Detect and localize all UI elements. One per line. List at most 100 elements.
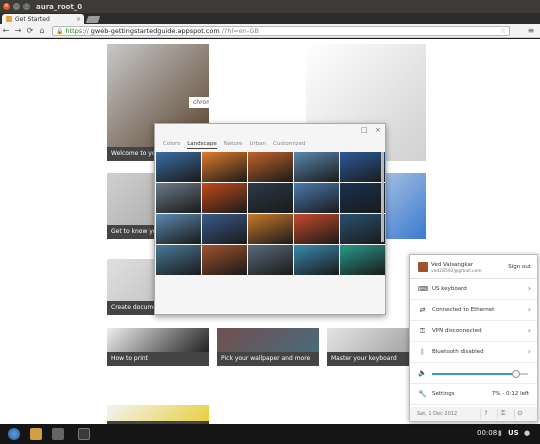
home-icon[interactable]: ⌂ — [36, 25, 48, 37]
wallpaper-thumbnail[interactable] — [156, 245, 201, 275]
wallpaper-thumbnail[interactable] — [202, 183, 247, 213]
new-tab-button[interactable] — [85, 16, 101, 23]
shelf: 00:08 ▮ US ● — [0, 424, 540, 444]
files-app-icon[interactable] — [30, 428, 42, 440]
tray-footer: Sat, 1 Dec 2012 ? ⚿ ⏻ — [410, 407, 537, 421]
reload-icon[interactable]: ⟳ — [24, 25, 36, 37]
tray-row-keyboard[interactable]: ⌨ US keyboard › — [410, 279, 537, 300]
settings-row[interactable]: 🔧 Settings 7% - 0:12 left — [410, 384, 537, 405]
volume-slider-thumb[interactable] — [512, 370, 521, 378]
url-host: gweb-gettingstartedguide.appspot.com — [90, 27, 220, 35]
wallpaper-category-tabs: Colors Landscape Nature Urban Customized — [163, 141, 305, 149]
wallpaper-thumbnail[interactable] — [294, 214, 339, 244]
chevron-right-icon: › — [527, 305, 531, 314]
url-path: /?hl=en-GB — [221, 27, 259, 35]
grid-scrollbar[interactable] — [381, 152, 384, 242]
card-image — [107, 405, 209, 421]
tray-row-ethernet[interactable]: ⇄ Connected to Ethernet › — [410, 300, 537, 321]
tray-row-vpn[interactable]: ⚿ VPN disconnected › — [410, 321, 537, 342]
volume-icon[interactable]: 🔈 — [418, 369, 427, 378]
keyboard-icon: ⌨ — [418, 285, 429, 293]
tray-row-bluetooth[interactable]: ᛒ Bluetooth disabled › — [410, 342, 537, 363]
wallpaper-thumbnail[interactable] — [202, 214, 247, 244]
user-avatar — [418, 262, 428, 272]
volume-slider[interactable] — [432, 370, 528, 378]
wallpaper-thumbnail[interactable] — [248, 152, 293, 182]
wallpaper-thumbnail[interactable] — [156, 183, 201, 213]
back-arrow-icon[interactable]: ← — [0, 25, 12, 37]
user-name: Ved Valsangkar — [431, 262, 474, 268]
window-maximize-button[interactable]: □ — [23, 3, 30, 10]
chevron-right-icon: › — [527, 326, 531, 335]
tab-colors[interactable]: Colors — [163, 141, 180, 149]
wallpaper-thumbnail[interactable] — [156, 152, 201, 182]
tab-title: Get Started — [15, 15, 50, 23]
battery-icon[interactable]: ▮ — [498, 429, 502, 437]
wallpaper-thumbnail[interactable] — [294, 152, 339, 182]
power-icon[interactable]: ⏻ — [514, 409, 525, 419]
vpn-icon: ⚿ — [419, 327, 426, 335]
help-icon[interactable]: ? — [480, 409, 491, 419]
card-screen-label: chrome — [189, 97, 209, 108]
user-email: ved28592@gmail.com — [431, 269, 482, 274]
forward-arrow-icon[interactable]: → — [12, 25, 24, 37]
guide-card[interactable]: How to print — [107, 328, 209, 366]
wrench-menu-icon[interactable]: ≡ — [526, 26, 536, 36]
card-image — [217, 328, 319, 352]
wrench-icon: 🔧 — [418, 390, 427, 398]
guide-card[interactable]: Use your apps — [107, 405, 209, 424]
wallpaper-thumbnail[interactable] — [202, 152, 247, 182]
tab-close-icon[interactable]: × — [76, 16, 81, 23]
wallpaper-thumbnail[interactable] — [248, 183, 293, 213]
tab-nature[interactable]: Nature — [224, 141, 243, 149]
window-list-icon[interactable] — [78, 428, 90, 440]
secure-lock-icon: 🔒 — [56, 27, 64, 35]
tray-row-label: Connected to Ethernet — [432, 307, 495, 313]
shelf-clock[interactable]: 00:08 — [477, 429, 497, 437]
wallpaper-thumbnail[interactable] — [248, 214, 293, 244]
tray-user-row: Ved Valsangkar ved28592@gmail.com Sign o… — [410, 255, 537, 279]
wallpaper-thumbnail[interactable] — [340, 183, 385, 213]
window-title: aura_root_0 — [36, 2, 83, 11]
tab-strip: Get Started × — [0, 13, 540, 24]
battery-status: 7% - 0:12 left — [491, 391, 529, 397]
sign-out-button[interactable]: Sign out — [508, 264, 531, 270]
wallpaper-thumbnail[interactable] — [248, 245, 293, 275]
screen: × – □ aura_root_0 Get Started × ← → ⟳ ⌂ … — [0, 0, 540, 444]
wallpaper-thumbnail[interactable] — [340, 214, 385, 244]
wallpaper-thumbnail[interactable] — [294, 183, 339, 213]
tab-customized[interactable]: Customized — [273, 141, 305, 149]
tab-get-started[interactable]: Get Started × — [2, 14, 84, 24]
volume-row: 🔈 — [410, 363, 537, 384]
ime-indicator[interactable]: US — [508, 429, 519, 437]
settings-label: Settings — [432, 391, 455, 397]
browser-toolbar: ← → ⟳ ⌂ 🔒 https://gweb-gettingstartedgui… — [0, 24, 540, 38]
wallpaper-thumbnail[interactable] — [202, 245, 247, 275]
wallpaper-thumbnail[interactable] — [340, 245, 385, 275]
dialog-close-icon[interactable]: × — [375, 126, 381, 134]
tab-urban[interactable]: Urban — [249, 141, 266, 149]
wallpaper-thumbnail[interactable] — [294, 245, 339, 275]
bookmark-star-icon[interactable]: ☆ — [500, 27, 506, 35]
tray-row-label: VPN disconnected — [432, 328, 482, 334]
lock-icon[interactable]: ⚿ — [497, 409, 508, 419]
tray-row-label: Bluetooth disabled — [432, 349, 484, 355]
tray-date[interactable]: Sat, 1 Dec 2012 — [417, 411, 457, 417]
dialog-maximize-icon[interactable]: □ — [361, 126, 368, 134]
wallpaper-picker-dialog: □ × Colors Landscape Nature Urban Customized — [154, 123, 386, 315]
volume-slider-fill — [432, 373, 517, 375]
wallpaper-thumbnail[interactable] — [156, 214, 201, 244]
browser-window-icon[interactable] — [52, 428, 64, 440]
chevron-right-icon: › — [527, 284, 531, 293]
guide-card[interactable]: Pick your wallpaper and more — [217, 328, 319, 366]
address-bar[interactable]: 🔒 https://gweb-gettingstartedguide.appsp… — [52, 26, 510, 36]
window-close-button[interactable]: × — [3, 3, 10, 10]
tab-landscape[interactable]: Landscape — [187, 141, 217, 149]
favicon-icon — [6, 16, 12, 22]
wallpaper-thumbnail[interactable] — [340, 152, 385, 182]
card-label: Pick your wallpaper and more — [217, 352, 319, 366]
app-launcher-icon[interactable] — [8, 428, 20, 440]
user-avatar-icon[interactable]: ● — [524, 429, 530, 437]
window-titlebar: × – □ aura_root_0 — [0, 0, 540, 13]
window-minimize-button[interactable]: – — [13, 3, 20, 10]
